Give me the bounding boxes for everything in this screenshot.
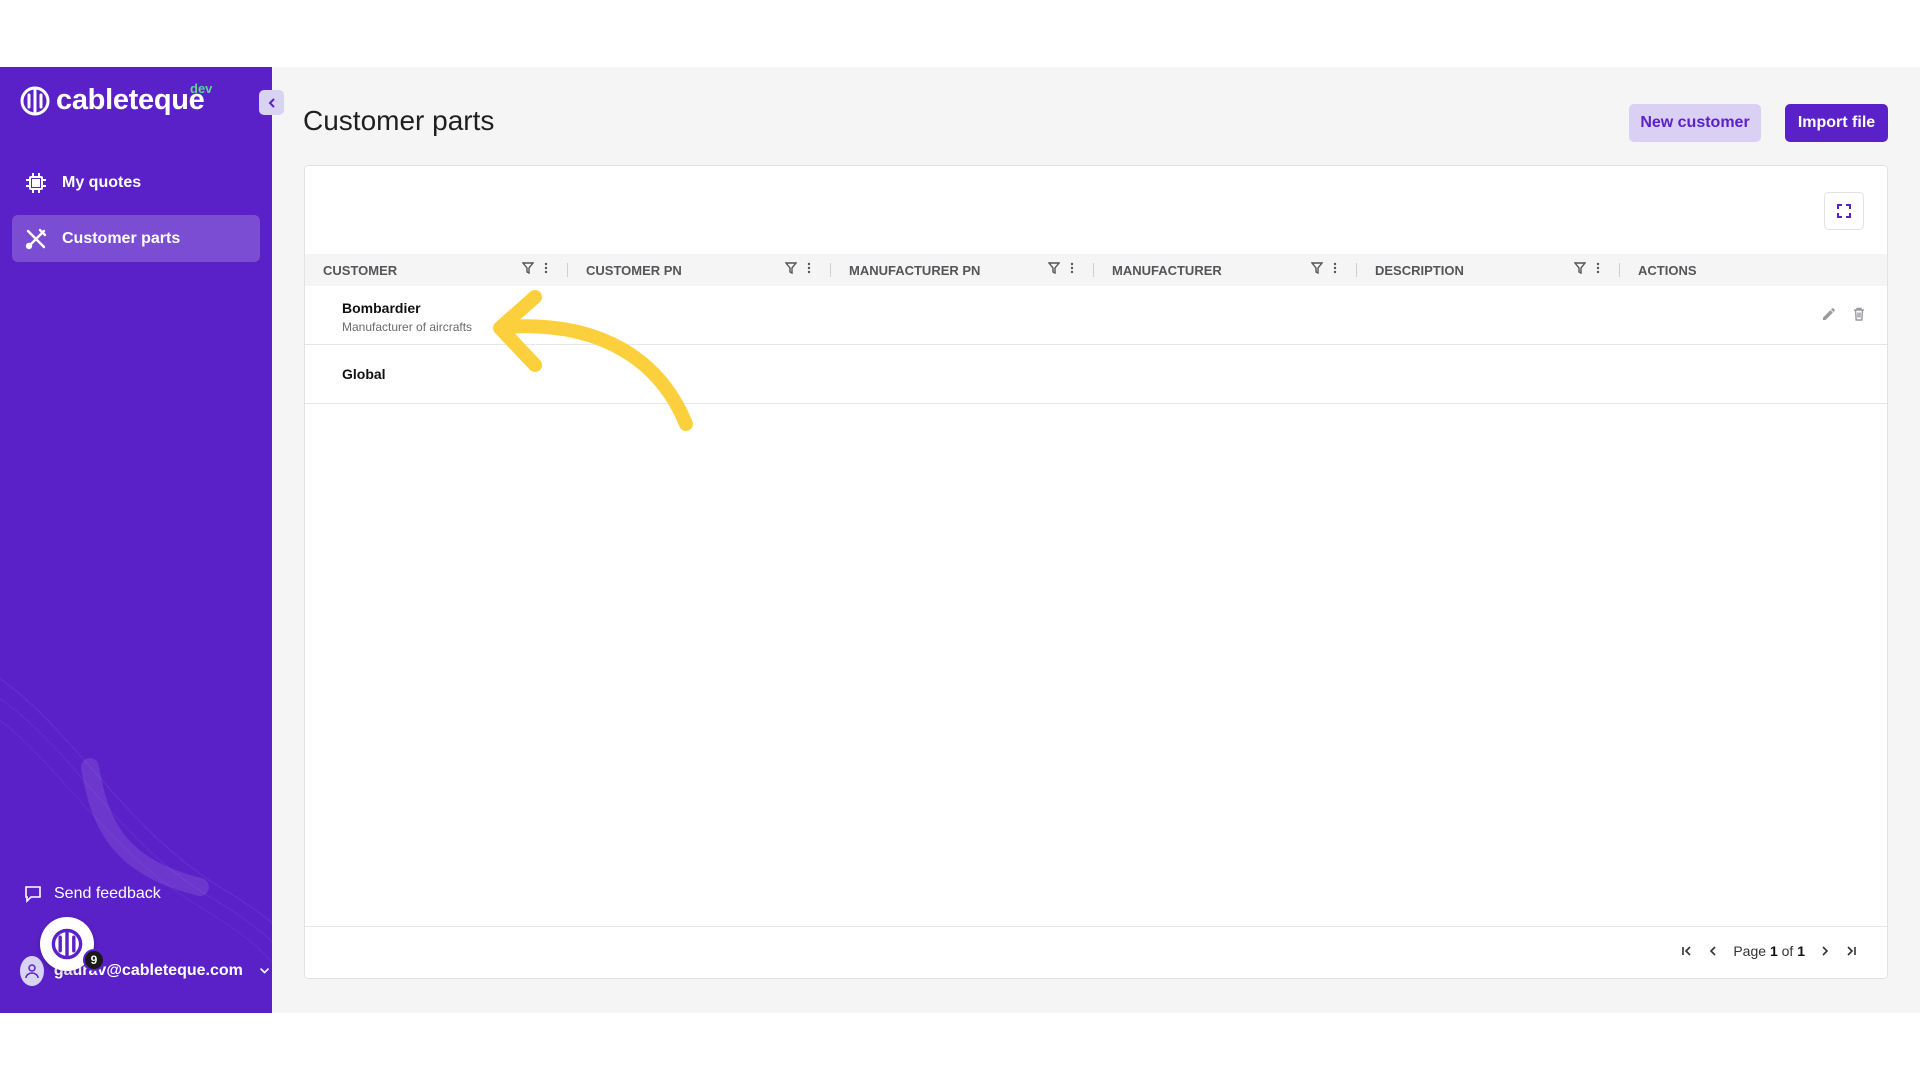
sidebar: cableteque dev My quotes Customer parts …: [0, 67, 272, 1013]
column-label: CUSTOMER PN: [586, 262, 682, 278]
column-header-manufacturer-pn[interactable]: MANUFACTURER PN: [831, 254, 1094, 286]
collapse-sidebar-button[interactable]: [259, 90, 284, 115]
pagination: Page 1 of 1: [1681, 935, 1857, 967]
column-header-manufacturer[interactable]: MANUFACTURER: [1094, 254, 1357, 286]
more-vertical-icon[interactable]: [544, 262, 548, 274]
table-footer: Page 1 of 1: [305, 926, 1887, 978]
customer-name: Bombardier: [342, 300, 421, 316]
brand-logo[interactable]: cableteque: [20, 84, 205, 117]
page-indicator: Page 1 of 1: [1733, 943, 1805, 959]
column-label: ACTIONS: [1638, 262, 1697, 278]
first-page-icon[interactable]: [1681, 945, 1693, 957]
tools-icon: [25, 228, 47, 249]
filter-icon[interactable]: [1311, 262, 1323, 274]
filter-icon[interactable]: [1048, 262, 1060, 274]
trash-icon[interactable]: [1851, 306, 1867, 322]
chevron-left-icon: [268, 97, 275, 108]
sidebar-nav: My quotes Customer parts: [12, 159, 260, 271]
message-square-icon: [25, 886, 41, 903]
column-header-customer-pn[interactable]: CUSTOMER PN: [568, 254, 831, 286]
column-label: DESCRIPTION: [1375, 262, 1464, 278]
chevron-left-icon[interactable]: [1707, 945, 1719, 957]
column-label: MANUFACTURER: [1112, 262, 1222, 278]
chevron-down-icon: [259, 968, 269, 974]
expand-icon: [1837, 204, 1851, 218]
cableteque-logo-icon: [20, 86, 50, 115]
more-vertical-icon[interactable]: [1333, 262, 1337, 274]
avatar: [20, 956, 44, 986]
last-page-icon[interactable]: [1845, 945, 1857, 957]
sidebar-item-my-quotes[interactable]: My quotes: [12, 159, 260, 206]
more-vertical-icon[interactable]: [1596, 262, 1600, 274]
table-row[interactable]: Bombardier Manufacturer of aircrafts: [305, 286, 1887, 345]
column-header-description[interactable]: DESCRIPTION: [1357, 254, 1620, 286]
customer-name: Global: [342, 366, 386, 382]
cpu-chip-icon: [26, 172, 46, 193]
brand-name: cableteque: [56, 84, 205, 116]
more-vertical-icon[interactable]: [1070, 262, 1074, 274]
env-tag: dev: [190, 81, 213, 96]
page-title: Customer parts: [303, 105, 495, 136]
column-header-customer[interactable]: CUSTOMER: [305, 254, 568, 286]
chevron-right-icon[interactable]: [1819, 945, 1831, 957]
column-label: MANUFACTURER PN: [849, 262, 981, 278]
filter-icon[interactable]: [785, 262, 797, 274]
filter-icon[interactable]: [1574, 262, 1586, 274]
sidebar-item-customer-parts[interactable]: Customer parts: [12, 215, 260, 262]
current-page: 1: [1769, 943, 1778, 959]
new-customer-button[interactable]: New customer: [1629, 104, 1761, 142]
more-vertical-icon[interactable]: [807, 262, 811, 274]
table-header: CUSTOMER CUSTOMER PN MANUFACTURER PN MAN…: [305, 254, 1887, 286]
of-label: of: [1781, 943, 1794, 959]
customer-parts-table-card: CUSTOMER CUSTOMER PN MANUFACTURER PN MAN…: [304, 165, 1888, 979]
total-pages: 1: [1797, 943, 1805, 959]
page-label: Page: [1733, 943, 1767, 959]
app-frame: cableteque dev My quotes Customer parts …: [0, 67, 1920, 1013]
send-feedback-link[interactable]: Send feedback: [24, 885, 161, 903]
filter-icon[interactable]: [522, 262, 534, 274]
user-icon: [25, 964, 39, 979]
sidebar-item-label: Customer parts: [62, 229, 181, 247]
sidebar-item-label: My quotes: [62, 173, 142, 191]
notification-badge: 9: [83, 949, 105, 971]
import-file-button[interactable]: Import file: [1785, 104, 1888, 142]
edit-icon[interactable]: [1821, 306, 1837, 322]
cableteque-logo-icon: [51, 928, 83, 960]
send-feedback-label: Send feedback: [54, 885, 161, 902]
table-row[interactable]: Global: [305, 345, 1887, 404]
customer-description: Manufacturer of aircrafts: [342, 320, 473, 334]
fullscreen-toggle-button[interactable]: [1824, 192, 1864, 230]
row-actions: [1821, 306, 1867, 322]
column-label: CUSTOMER: [323, 262, 398, 278]
column-header-actions: ACTIONS: [1620, 254, 1883, 286]
